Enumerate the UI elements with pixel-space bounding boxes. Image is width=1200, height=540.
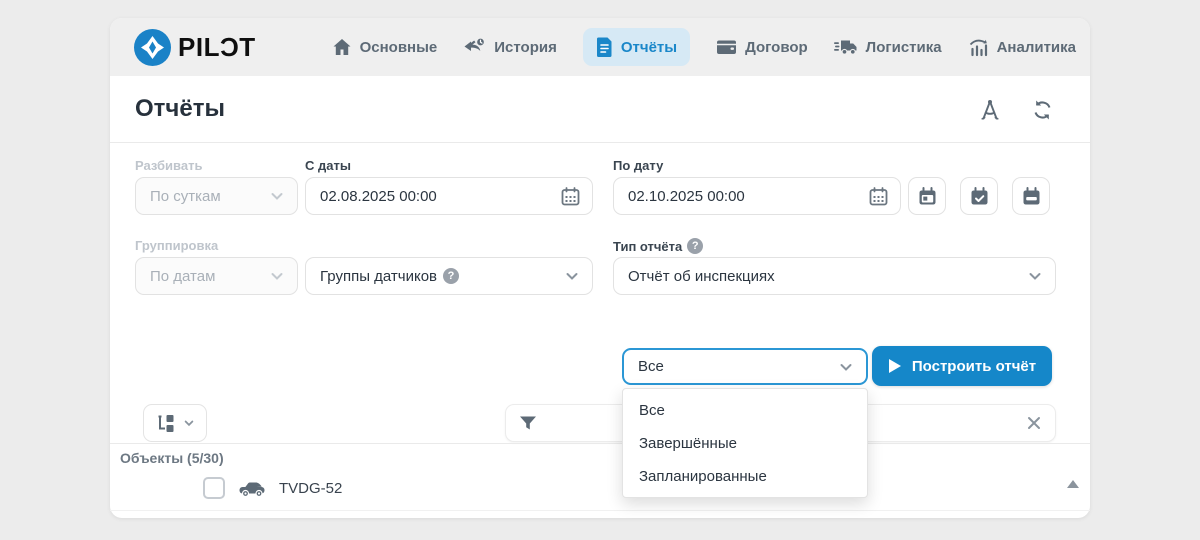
date-from-label: С даты bbox=[305, 158, 351, 173]
dropdown-option-completed[interactable]: Завершённые bbox=[623, 427, 867, 460]
scroll-up-arrow[interactable] bbox=[1067, 480, 1079, 488]
status-value: Все bbox=[638, 358, 664, 375]
calendar-check-button[interactable] bbox=[960, 177, 998, 215]
page-title: Отчёты bbox=[135, 95, 225, 122]
calendar-icon[interactable] bbox=[869, 186, 888, 206]
clear-icon[interactable] bbox=[1025, 414, 1043, 432]
header-divider bbox=[110, 142, 1090, 143]
report-type-label-text: Тип отчёта bbox=[613, 238, 683, 254]
breakdown-select[interactable]: По суткам bbox=[135, 177, 298, 215]
status-dropdown-list: Все Завершённые Запланированные bbox=[622, 388, 868, 498]
chevron-down-icon bbox=[271, 273, 283, 280]
date-from-input[interactable]: 02.08.2025 00:00 bbox=[305, 177, 593, 215]
app-logo[interactable]: PILƆT bbox=[134, 28, 256, 66]
chevron-down-icon bbox=[566, 273, 578, 280]
wallet-icon bbox=[717, 40, 737, 54]
nav-item-reports[interactable]: Отчёты bbox=[582, 28, 691, 66]
dropdown-option-all[interactable]: Все bbox=[623, 394, 867, 427]
tree-view-button[interactable] bbox=[143, 404, 207, 442]
nav-item-label: Договор bbox=[745, 38, 808, 56]
logo-text: PILƆT bbox=[178, 31, 256, 62]
objects-counter: Объекты (5/30) bbox=[120, 450, 224, 466]
nav-item-main[interactable]: Основные bbox=[332, 37, 438, 57]
toolbar-divider bbox=[110, 443, 1090, 444]
object-checkbox[interactable] bbox=[203, 477, 225, 499]
question-icon[interactable]: ? bbox=[443, 268, 460, 284]
dropdown-option-planned[interactable]: Запланированные bbox=[623, 460, 867, 493]
breakdown-label: Разбивать bbox=[135, 158, 203, 173]
sensor-groups-select[interactable]: Группы датчиков ? bbox=[305, 257, 593, 295]
pilot-logo-icon bbox=[134, 28, 171, 66]
object-name: TVDG-52 bbox=[279, 479, 343, 497]
nav-item-history[interactable]: История bbox=[463, 37, 557, 57]
chevron-down-icon bbox=[271, 193, 283, 200]
chevron-down-icon bbox=[840, 363, 852, 371]
main-card: PILƆT Основные История Отчёты Договор Ло… bbox=[110, 18, 1090, 518]
car-icon bbox=[239, 482, 265, 497]
analytics-icon bbox=[969, 39, 987, 57]
build-report-button[interactable]: Построить отчёт bbox=[872, 346, 1052, 386]
top-navbar: PILƆT Основные История Отчёты Договор Ло… bbox=[110, 18, 1090, 76]
nav-item-analytics[interactable]: Аналитика bbox=[968, 37, 1076, 57]
calendar-day-icon bbox=[919, 186, 935, 204]
nav-item-label: Основные bbox=[359, 38, 438, 56]
chevron-down-icon bbox=[1029, 273, 1041, 280]
design-tools-icon[interactable] bbox=[978, 99, 1002, 121]
calendar-check-icon bbox=[971, 186, 987, 204]
nav-item-logistics[interactable]: Логистика bbox=[833, 37, 942, 57]
grouping-value: По датам bbox=[150, 267, 216, 285]
build-report-label: Построить отчёт bbox=[911, 357, 1037, 375]
page-header: Отчёты bbox=[110, 76, 1090, 143]
nav-item-label: Аналитика bbox=[996, 38, 1076, 56]
document-icon bbox=[596, 37, 612, 57]
truck-icon bbox=[833, 40, 857, 55]
calendar-range-button[interactable] bbox=[1012, 177, 1050, 215]
sitemap-icon bbox=[158, 415, 174, 432]
filter-funnel-icon bbox=[520, 416, 536, 430]
home-icon bbox=[333, 39, 351, 55]
play-icon bbox=[888, 359, 901, 373]
nav-item-label: Логистика bbox=[865, 38, 942, 56]
calendar-icon[interactable] bbox=[561, 186, 580, 206]
nav-item-contract[interactable]: Договор bbox=[716, 37, 808, 57]
report-type-value: Отчёт об инспекциях bbox=[628, 267, 775, 285]
refresh-icon[interactable] bbox=[1031, 99, 1054, 121]
report-type-select[interactable]: Отчёт об инспекциях bbox=[613, 257, 1056, 295]
date-to-label: По дату bbox=[613, 158, 664, 173]
date-from-value: 02.08.2025 00:00 bbox=[320, 187, 437, 205]
calendar-range-icon bbox=[1023, 186, 1039, 204]
date-to-value: 02.10.2025 00:00 bbox=[628, 187, 745, 205]
status-select[interactable]: Все bbox=[622, 348, 868, 385]
history-icon bbox=[464, 37, 486, 51]
breakdown-value: По суткам bbox=[150, 187, 221, 205]
calendar-day-button[interactable] bbox=[908, 177, 946, 215]
report-type-label: Тип отчёта ? bbox=[613, 238, 704, 254]
nav-item-label: История bbox=[494, 38, 557, 56]
nav-item-label: Отчёты bbox=[620, 38, 678, 56]
object-row[interactable]: TVDG-52 bbox=[203, 477, 342, 499]
grouping-select[interactable]: По датам bbox=[135, 257, 298, 295]
list-divider bbox=[110, 510, 1090, 511]
sensor-groups-value: Группы датчиков bbox=[320, 267, 438, 285]
nav-menu: Основные История Отчёты Договор Логистик… bbox=[332, 18, 1090, 76]
grouping-label: Группировка bbox=[135, 238, 219, 253]
date-to-input[interactable]: 02.10.2025 00:00 bbox=[613, 177, 901, 215]
question-icon[interactable]: ? bbox=[687, 238, 704, 254]
chevron-down-icon bbox=[184, 420, 194, 427]
